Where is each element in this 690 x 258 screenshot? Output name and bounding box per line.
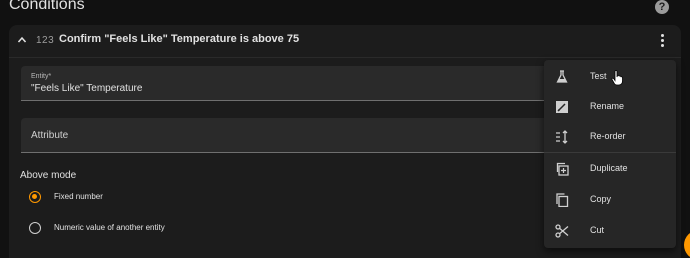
menu-item-duplicate[interactable]: Duplicate	[544, 154, 676, 184]
more-options-icon[interactable]	[657, 33, 667, 49]
scissors-icon	[555, 224, 569, 238]
radio-button-checked[interactable]	[29, 191, 41, 203]
menu-item-label: Copy	[590, 194, 612, 204]
menu-item-label: Test	[590, 71, 607, 81]
radio-label: Fixed number	[54, 192, 103, 201]
menu-item-label: Re-order	[590, 131, 626, 141]
entity-field[interactable]: Entity* "Feels Like" Temperature	[21, 66, 561, 101]
condition-card-header[interactable]: 123 Confirm "Feels Like" Temperature is …	[9, 25, 681, 57]
conditions-editor: Conditions ? 123 Confirm "Feels Like" Te…	[0, 0, 690, 258]
above-mode-label: Above mode	[20, 170, 77, 181]
hand-cursor-icon	[611, 70, 623, 86]
menu-item-copy[interactable]: Copy	[544, 185, 676, 215]
overflow-menu: Test Rename Re-order Duplicate Copy Cut	[544, 60, 676, 248]
menu-item-cut[interactable]: Cut	[544, 216, 676, 246]
flask-icon	[556, 70, 568, 83]
menu-item-test[interactable]: Test	[544, 62, 676, 92]
header-divider	[9, 57, 681, 58]
entity-field-label: Entity*	[31, 73, 52, 80]
numeric-type-icon: 123	[36, 35, 55, 46]
copy-icon	[556, 193, 569, 207]
chevron-up-icon[interactable]	[18, 36, 26, 44]
menu-item-rename[interactable]: Rename	[544, 92, 676, 122]
menu-item-reorder[interactable]: Re-order	[544, 122, 676, 152]
radio-button[interactable]	[29, 222, 41, 234]
radio-label: Numeric value of another entity	[54, 223, 165, 232]
duplicate-icon	[556, 162, 569, 176]
attribute-field-label: Attribute	[31, 130, 69, 141]
help-icon[interactable]: ?	[655, 0, 669, 14]
menu-divider	[544, 152, 676, 153]
rename-icon	[556, 101, 568, 113]
attribute-field[interactable]: Attribute	[21, 118, 561, 153]
reorder-icon	[556, 130, 568, 144]
menu-item-label: Cut	[590, 225, 605, 235]
menu-item-label: Rename	[590, 101, 625, 111]
fab-button[interactable]	[684, 230, 690, 258]
condition-title: Confirm "Feels Like" Temperature is abov…	[59, 33, 300, 45]
menu-item-label: Duplicate	[590, 163, 628, 173]
section-title: Conditions	[9, 0, 85, 13]
entity-field-value: "Feels Like" Temperature	[31, 83, 143, 94]
